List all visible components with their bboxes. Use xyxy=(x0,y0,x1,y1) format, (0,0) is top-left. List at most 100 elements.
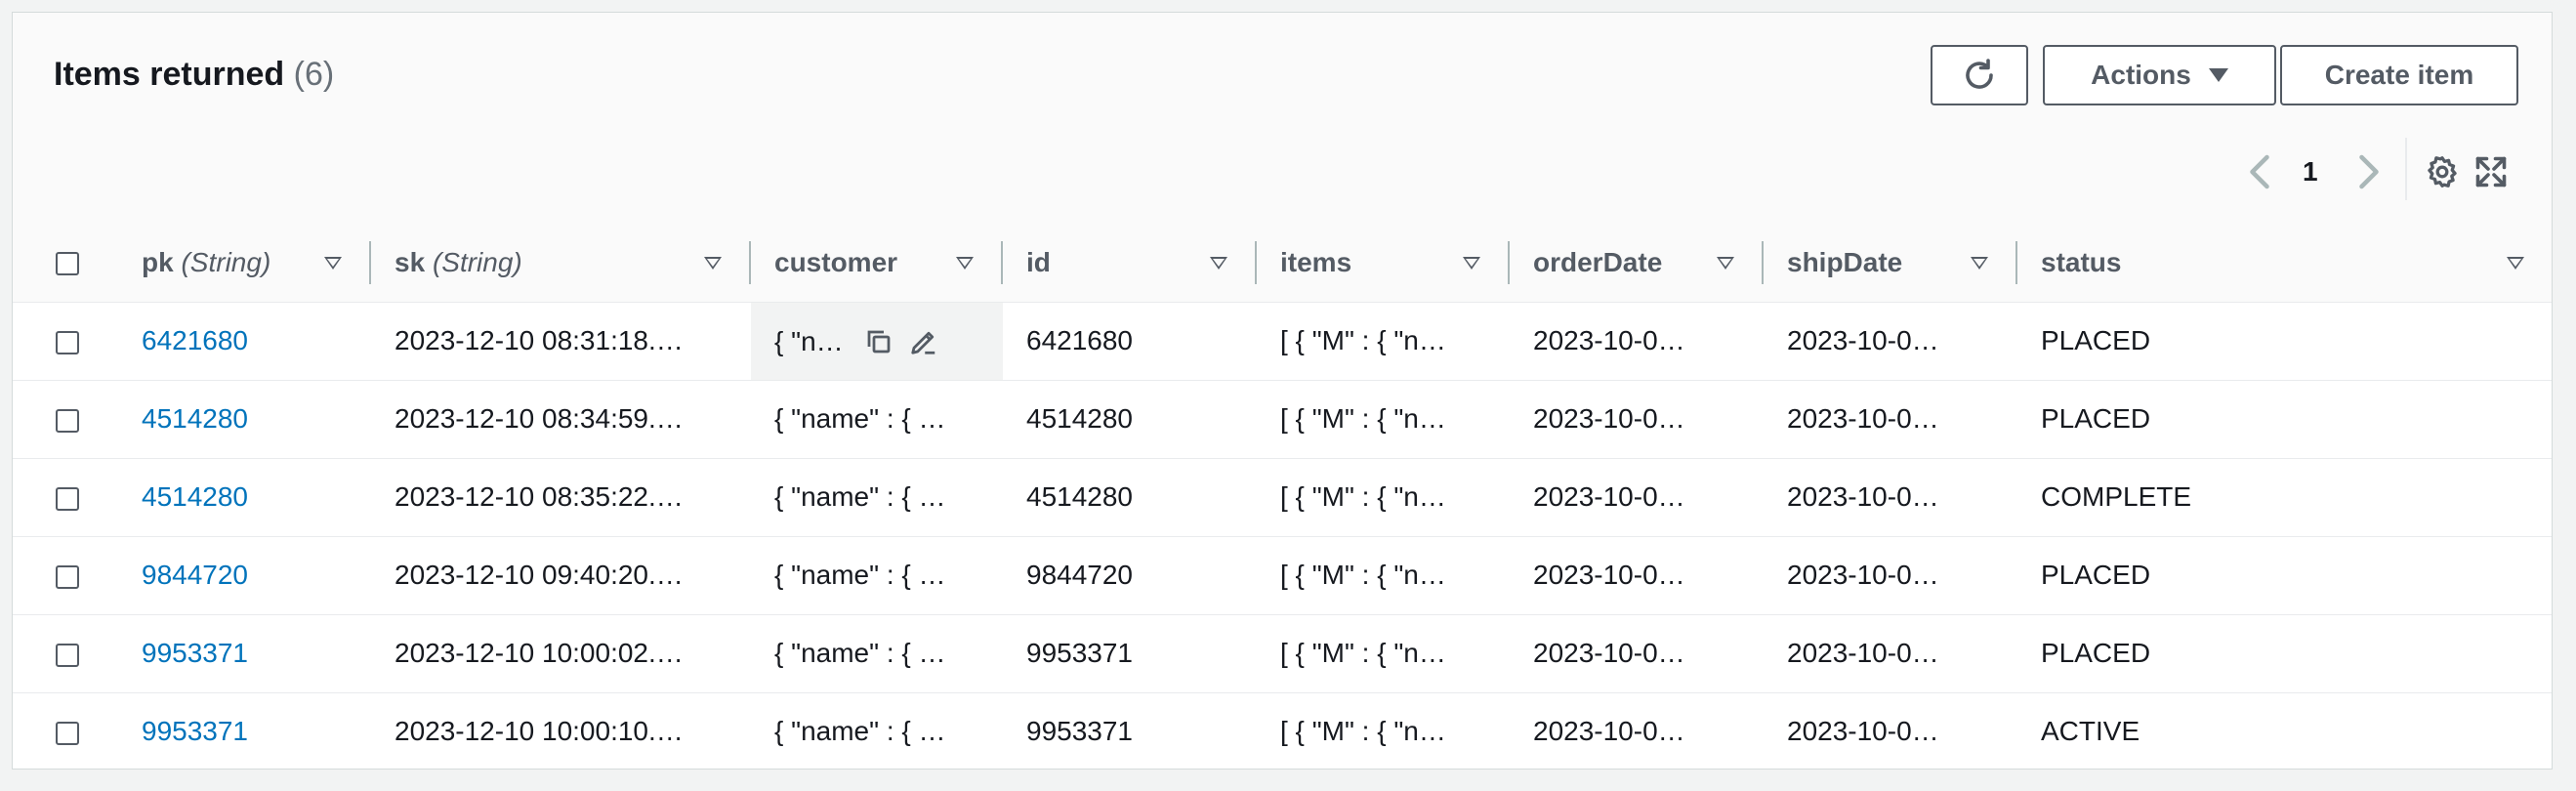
column-name: sk xyxy=(395,246,426,277)
caret-down-icon xyxy=(2208,68,2228,82)
row-select-cell xyxy=(13,692,118,769)
chevron-right-icon xyxy=(2359,154,2379,189)
column-header-id[interactable]: id xyxy=(1003,224,1257,303)
id-cell: 9844720 xyxy=(1003,536,1257,615)
column-name: shipDate xyxy=(1787,246,1903,277)
table-header-row: pk (String) sk (String) customer id item… xyxy=(13,224,2552,303)
select-all-checkbox[interactable] xyxy=(56,252,79,276)
pk-link[interactable]: 9953371 xyxy=(142,716,249,748)
shipdate-cell: 2023-10-0… xyxy=(1764,536,2017,615)
column-header-customer[interactable]: customer xyxy=(751,224,1003,303)
row-select-cell xyxy=(13,458,118,537)
title-text: Items returned xyxy=(54,56,285,93)
pencil-icon[interactable] xyxy=(909,327,938,356)
pager-divider xyxy=(2405,138,2407,200)
row-select-cell xyxy=(13,302,118,381)
copy-icon[interactable] xyxy=(864,327,893,356)
sk-cell: 2023-12-10 08:34:59.… xyxy=(371,380,751,459)
sort-caret-icon[interactable] xyxy=(2507,256,2524,270)
previous-page-button[interactable] xyxy=(2245,147,2274,196)
shipdate-cell: 2023-10-0… xyxy=(1764,614,2017,693)
table-row: 9953371 2023-12-10 10:00:02.… { "name" :… xyxy=(13,614,2552,693)
shipdate-cell: 2023-10-0… xyxy=(1787,716,1939,747)
sort-caret-icon[interactable] xyxy=(704,256,722,270)
column-name: customer xyxy=(774,246,898,277)
row-checkbox[interactable] xyxy=(56,721,79,745)
items-cell: [ { "M" : { "n… xyxy=(1280,716,1446,747)
column-header-items[interactable]: items xyxy=(1257,224,1510,303)
table-row: 9844720 2023-12-10 09:40:20.… { "name" :… xyxy=(13,536,2552,615)
item-count: (6) xyxy=(293,56,335,93)
pk-link[interactable]: 4514280 xyxy=(142,403,249,435)
items-cell: [ { "M" : { "n… xyxy=(1257,458,1510,537)
id-cell: 9953371 xyxy=(1003,614,1257,693)
pk-cell: 4514280 xyxy=(118,458,371,537)
table-row: 6421680 2023-12-10 08:31:18.… { "n… 6421… xyxy=(13,302,2552,381)
orderdate-cell: 2023-10-0… xyxy=(1510,614,1764,693)
column-header-pk[interactable]: pk (String) xyxy=(118,224,371,303)
next-page-button[interactable] xyxy=(2354,147,2384,196)
pk-link[interactable]: 6421680 xyxy=(142,325,249,356)
column-header-shipdate[interactable]: shipDate xyxy=(1764,224,2017,303)
customer-cell: { "name" : { … xyxy=(751,614,1003,693)
sk-cell: 2023-12-10 08:31:18.… xyxy=(371,302,751,381)
column-name: pk xyxy=(142,246,174,277)
column-name: id xyxy=(1026,246,1051,277)
customer-cell[interactable]: { "n… xyxy=(751,302,1003,381)
select-all-header xyxy=(13,224,118,303)
id-cell: 4514280 xyxy=(1003,458,1257,537)
actions-button[interactable]: Actions xyxy=(2043,45,2276,105)
pk-link[interactable]: 4514280 xyxy=(142,481,249,513)
customer-value: { "n… xyxy=(774,325,844,356)
shipdate-cell: 2023-10-0… xyxy=(1764,380,2017,459)
sort-caret-icon[interactable] xyxy=(1210,256,1227,270)
items-cell: [ { "M" : { "n… xyxy=(1257,536,1510,615)
column-name: orderDate xyxy=(1533,246,1663,277)
row-select-cell xyxy=(13,614,118,693)
items-cell: [ { "M" : { "n… xyxy=(1257,380,1510,459)
orderdate-cell: 2023-10-0… xyxy=(1510,302,1764,381)
customer-cell: { "name" : { … xyxy=(751,458,1003,537)
sort-caret-icon[interactable] xyxy=(324,256,342,270)
fullscreen-button[interactable] xyxy=(2473,147,2509,196)
gear-icon xyxy=(2428,156,2457,187)
sort-caret-icon[interactable] xyxy=(1717,256,1734,270)
column-name: status xyxy=(2041,246,2122,277)
orderdate-cell: 2023-10-0… xyxy=(1510,536,1764,615)
column-type: (String) xyxy=(432,246,522,277)
customer-cell: { "name" : { … xyxy=(774,716,946,747)
preferences-button[interactable] xyxy=(2425,147,2460,196)
column-header-sk[interactable]: sk (String) xyxy=(371,224,751,303)
shipdate-cell: 2023-10-0… xyxy=(1764,458,2017,537)
sort-caret-icon[interactable] xyxy=(956,256,974,270)
column-header-orderdate[interactable]: orderDate xyxy=(1510,224,1764,303)
status-cell: ACTIVE xyxy=(2041,716,2140,747)
page-number[interactable]: 1 xyxy=(2303,147,2318,196)
orderdate-cell: 2023-10-0… xyxy=(1510,458,1764,537)
sort-caret-icon[interactable] xyxy=(1971,256,1988,270)
row-select-cell xyxy=(13,536,118,615)
actions-label: Actions xyxy=(2091,60,2191,90)
refresh-button[interactable] xyxy=(1931,45,2028,105)
row-checkbox[interactable] xyxy=(56,564,79,589)
row-checkbox[interactable] xyxy=(56,408,79,433)
create-item-button[interactable]: Create item xyxy=(2280,45,2518,105)
row-checkbox[interactable] xyxy=(56,486,79,511)
row-checkbox[interactable] xyxy=(56,330,79,354)
row-checkbox[interactable] xyxy=(56,643,79,667)
pk-link[interactable]: 9953371 xyxy=(142,638,249,669)
shipdate-cell: 2023-10-0… xyxy=(1764,302,2017,381)
items-cell: [ { "M" : { "n… xyxy=(1257,614,1510,693)
id-cell: 4514280 xyxy=(1003,380,1257,459)
table-row: 9953371 2023-12-10 10:00:10.… { "name" :… xyxy=(13,692,2552,769)
pk-cell: 4514280 xyxy=(118,380,371,459)
expand-icon xyxy=(2475,156,2507,187)
sk-cell: 2023-12-10 10:00:10.… xyxy=(395,716,684,747)
status-cell: PLACED xyxy=(2017,536,2552,615)
sort-caret-icon[interactable] xyxy=(1463,256,1480,270)
refresh-icon xyxy=(1966,59,1993,89)
pk-link[interactable]: 9844720 xyxy=(142,560,249,591)
column-header-status[interactable]: status xyxy=(2017,224,2552,303)
table-row: 4514280 2023-12-10 08:34:59.… { "name" :… xyxy=(13,380,2552,459)
id-cell: 9953371 xyxy=(1026,716,1134,747)
